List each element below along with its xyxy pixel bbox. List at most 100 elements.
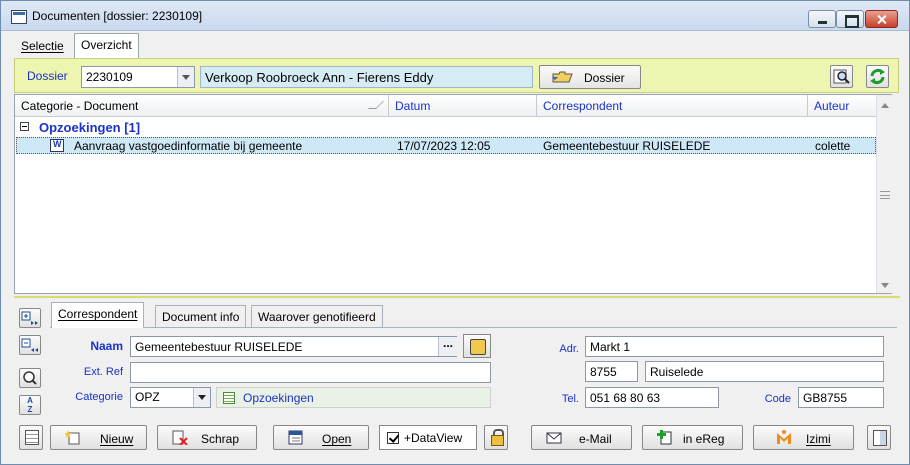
collapse-group-icon[interactable] — [20, 122, 29, 131]
window-title: Documenten [dossier: 2230109] — [32, 9, 203, 23]
section-divider — [14, 296, 900, 298]
cell-correspondent: Gemeentebestuur RUISELEDE — [543, 139, 711, 153]
grid-header: Categorie - Document Datum Correspondent… — [15, 95, 876, 117]
tel-label: Tel. — [561, 393, 579, 405]
tab-selectie-label: Selectie — [21, 39, 64, 53]
tab-correspondent[interactable]: Correspondent — [51, 302, 145, 328]
dataview-label: +DataView — [404, 431, 463, 445]
dossier-number-combo[interactable]: 2230109 — [81, 66, 195, 88]
cell-auteur: colette — [815, 139, 851, 153]
collapse-all-button[interactable] — [19, 335, 41, 355]
collapse-all-icon — [21, 338, 38, 352]
ereg-add-icon — [657, 430, 672, 445]
tel-field[interactable]: 051 68 80 63 — [585, 387, 719, 408]
word-document-icon — [288, 430, 303, 445]
schrap-button[interactable]: Schrap — [157, 425, 257, 450]
close-button[interactable] — [865, 10, 898, 28]
column-header-label: Datum — [395, 99, 431, 113]
lock-button[interactable] — [484, 425, 508, 450]
cell-document: Aanvraag vastgoedinformatie bij gemeente — [74, 139, 303, 153]
izimi-button[interactable]: Izimi — [753, 425, 854, 450]
adres-label: Adr. — [559, 343, 579, 355]
category-list-icon — [223, 392, 235, 404]
zoom-icon — [23, 371, 37, 385]
chevron-down-icon[interactable] — [193, 388, 210, 407]
adres-field[interactable]: Markt 1 — [585, 336, 884, 357]
nieuw-button[interactable]: Nieuw — [50, 425, 147, 450]
scroll-down-icon[interactable] — [879, 278, 891, 290]
properties-button[interactable] — [19, 425, 43, 450]
expand-all-icon — [21, 311, 38, 325]
open-label: Open — [322, 432, 352, 446]
tab-overzicht[interactable]: Overzicht — [74, 33, 139, 58]
in-ereg-label: in eReg — [683, 432, 725, 446]
column-header-auteur[interactable]: Auteur — [808, 95, 876, 117]
categorie-combo[interactable]: OPZ — [130, 387, 211, 408]
column-header-categorie-document[interactable]: Categorie - Document — [15, 95, 389, 117]
tab-document-info-label: Document info — [162, 310, 240, 324]
in-ereg-button[interactable]: in eReg — [642, 425, 743, 450]
schrap-label: Schrap — [201, 432, 240, 446]
title-bar: Documenten [dossier: 2230109] — [1, 1, 909, 31]
dataview-checkbox[interactable] — [387, 432, 399, 444]
open-dossier-button[interactable]: Dossier — [539, 65, 641, 89]
categorie-code-value: OPZ — [135, 390, 160, 404]
column-header-label: Correspondent — [543, 99, 623, 113]
dossier-bar: Dossier 2230109 Verkoop Roobroeck Ann - … — [14, 58, 899, 93]
naam-field[interactable]: Gemeentebestuur RUISELEDE — [130, 336, 457, 357]
column-header-datum[interactable]: Datum — [389, 95, 537, 117]
scroll-thumb[interactable] — [880, 191, 890, 199]
new-document-icon — [65, 430, 80, 445]
scroll-up-icon[interactable] — [879, 97, 891, 109]
layout-settings-button[interactable] — [867, 425, 891, 450]
naam-lookup-button[interactable]: ... — [438, 337, 457, 356]
tab-overzicht-label: Overzicht — [81, 38, 132, 52]
sort-az-button[interactable]: A Z — [19, 395, 41, 415]
tab-waarover-genotifieerd-label: Waarover genotifieerd — [258, 310, 376, 324]
app-window-icon — [11, 10, 27, 24]
table-row[interactable]: Aanvraag vastgoedinformatie bij gemeente… — [16, 137, 876, 154]
extref-field[interactable] — [130, 362, 491, 383]
tab-selectie[interactable]: Selectie — [15, 35, 70, 57]
sort-az-icon: A Z — [27, 396, 33, 414]
dossier-number-value: 2230109 — [86, 70, 133, 84]
gemeente-field[interactable]: Ruiselede — [645, 361, 884, 382]
izimi-label: Izimi — [806, 432, 831, 446]
open-button[interactable]: Open — [273, 425, 369, 450]
expand-all-button[interactable] — [19, 308, 41, 328]
chevron-down-icon[interactable] — [177, 67, 194, 87]
folder-open-icon — [552, 71, 573, 83]
cell-datum: 17/07/2023 12:05 — [397, 139, 491, 153]
group-row[interactable]: Opzoekingen [1] — [15, 118, 876, 137]
tab-waarover-genotifieerd[interactable]: Waarover genotifieerd — [251, 305, 383, 327]
code-label: Code — [764, 393, 791, 405]
sort-indicator-icon — [368, 101, 384, 109]
categorie-label: Categorie — [75, 391, 123, 403]
zoom-button[interactable] — [19, 368, 41, 388]
maximize-button[interactable] — [836, 10, 864, 28]
minimize-button[interactable] — [808, 10, 836, 28]
email-label: e-Mail — [579, 432, 612, 446]
extref-label: Ext. Ref — [83, 366, 123, 378]
tab-correspondent-label: Correspondent — [58, 307, 138, 321]
email-button[interactable]: e-Mail — [531, 425, 632, 450]
tab-document-info[interactable]: Document info — [155, 305, 247, 327]
column-header-correspondent[interactable]: Correspondent — [537, 95, 808, 117]
dataview-toggle[interactable]: +DataView — [379, 425, 477, 450]
delete-document-icon — [172, 430, 188, 445]
grid-vertical-scrollbar[interactable] — [876, 95, 892, 293]
email-icon — [546, 432, 562, 444]
search-button[interactable] — [830, 65, 853, 88]
izimi-logo-icon — [777, 430, 791, 444]
word-document-icon — [50, 139, 64, 152]
contact-card-button[interactable] — [463, 334, 491, 358]
column-header-label: Auteur — [814, 99, 850, 113]
open-dossier-label: Dossier — [584, 71, 625, 85]
nieuw-label: Nieuw — [100, 432, 134, 446]
postcode-field[interactable]: 8755 — [585, 361, 638, 382]
refresh-button[interactable] — [866, 65, 889, 88]
documents-grid[interactable]: Categorie - Document Datum Correspondent… — [14, 94, 892, 294]
dossier-name-field: Verkoop Roobroeck Ann - Fierens Eddy — [200, 66, 533, 88]
code-field[interactable]: GB8755 — [798, 387, 884, 408]
categorie-description: Opzoekingen — [216, 387, 491, 408]
